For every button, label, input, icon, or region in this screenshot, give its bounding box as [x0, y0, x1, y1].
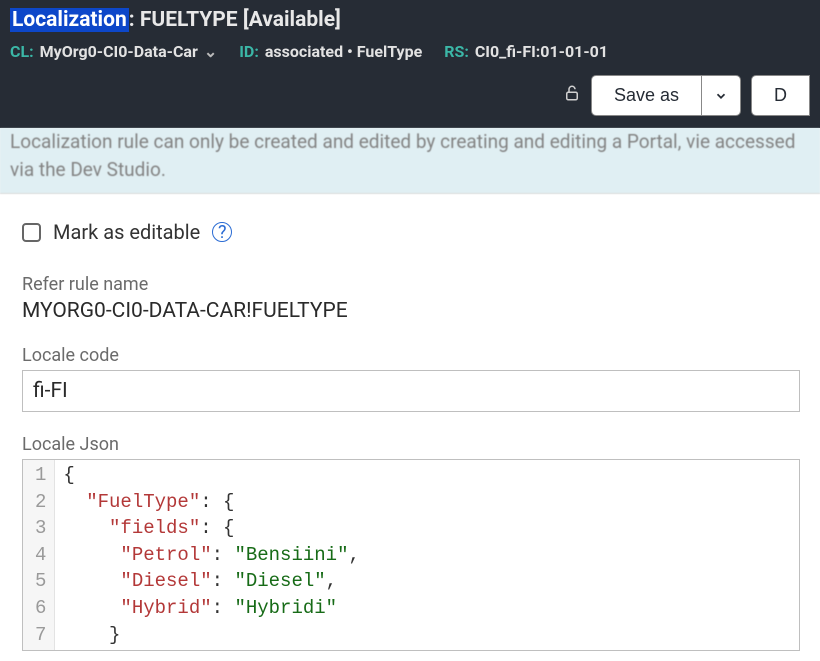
save-as-dropdown[interactable]	[701, 75, 741, 116]
locale-code-label: Locale code	[22, 345, 800, 366]
cl-value[interactable]: MyOrg0-CI0-Data-Car	[40, 42, 198, 61]
extra-button[interactable]: D	[751, 75, 810, 116]
code-body[interactable]: { "FuelType": { "fields": { "Petrol": "B…	[55, 460, 367, 650]
header-bar: Localization: FUELTYPE [Available] CL: M…	[0, 0, 820, 128]
info-banner: Localization rule can only be created an…	[0, 128, 820, 194]
save-as-button[interactable]: Save as	[591, 75, 701, 116]
title-prefix: Localization	[10, 8, 129, 32]
locale-json-editor[interactable]: 1234567 { "FuelType": { "fields": { "Pet…	[22, 459, 800, 651]
toolbar: Save as D	[10, 75, 810, 116]
locale-json-label: Locale Json	[22, 434, 800, 455]
locale-code-input[interactable]: fi-FI	[22, 370, 800, 412]
title-name: FUELTYPE	[140, 8, 238, 32]
refer-rule-label: Refer rule name	[22, 274, 800, 295]
chevron-down-icon[interactable]: ⌄	[204, 42, 217, 61]
cl-key: CL:	[10, 42, 34, 61]
rs-key: RS:	[444, 42, 469, 61]
page-title: Localization: FUELTYPE [Available]	[10, 8, 810, 32]
rs-value: CI0_fi-FI:01-01-01	[475, 42, 608, 61]
save-as-button-group: Save as	[591, 75, 741, 116]
content-area: Mark as editable ? Refer rule name MYORG…	[0, 194, 820, 661]
code-gutter: 1234567	[23, 460, 55, 650]
meta-row: CL: MyOrg0-CI0-Data-Car ⌄ ID: associated…	[10, 42, 810, 61]
mark-editable-checkbox[interactable]	[22, 223, 41, 242]
mark-editable-label: Mark as editable	[53, 220, 200, 244]
refer-rule-value: MYORG0-CI0-DATA-CAR!FUELTYPE	[22, 299, 800, 323]
help-icon[interactable]: ?	[212, 222, 232, 242]
mark-editable-row[interactable]: Mark as editable ?	[22, 220, 800, 244]
lock-icon[interactable]	[563, 84, 581, 107]
id-key: ID:	[239, 42, 259, 61]
id-value: associated • FuelType	[265, 42, 422, 61]
title-status: [Available]	[243, 8, 341, 32]
